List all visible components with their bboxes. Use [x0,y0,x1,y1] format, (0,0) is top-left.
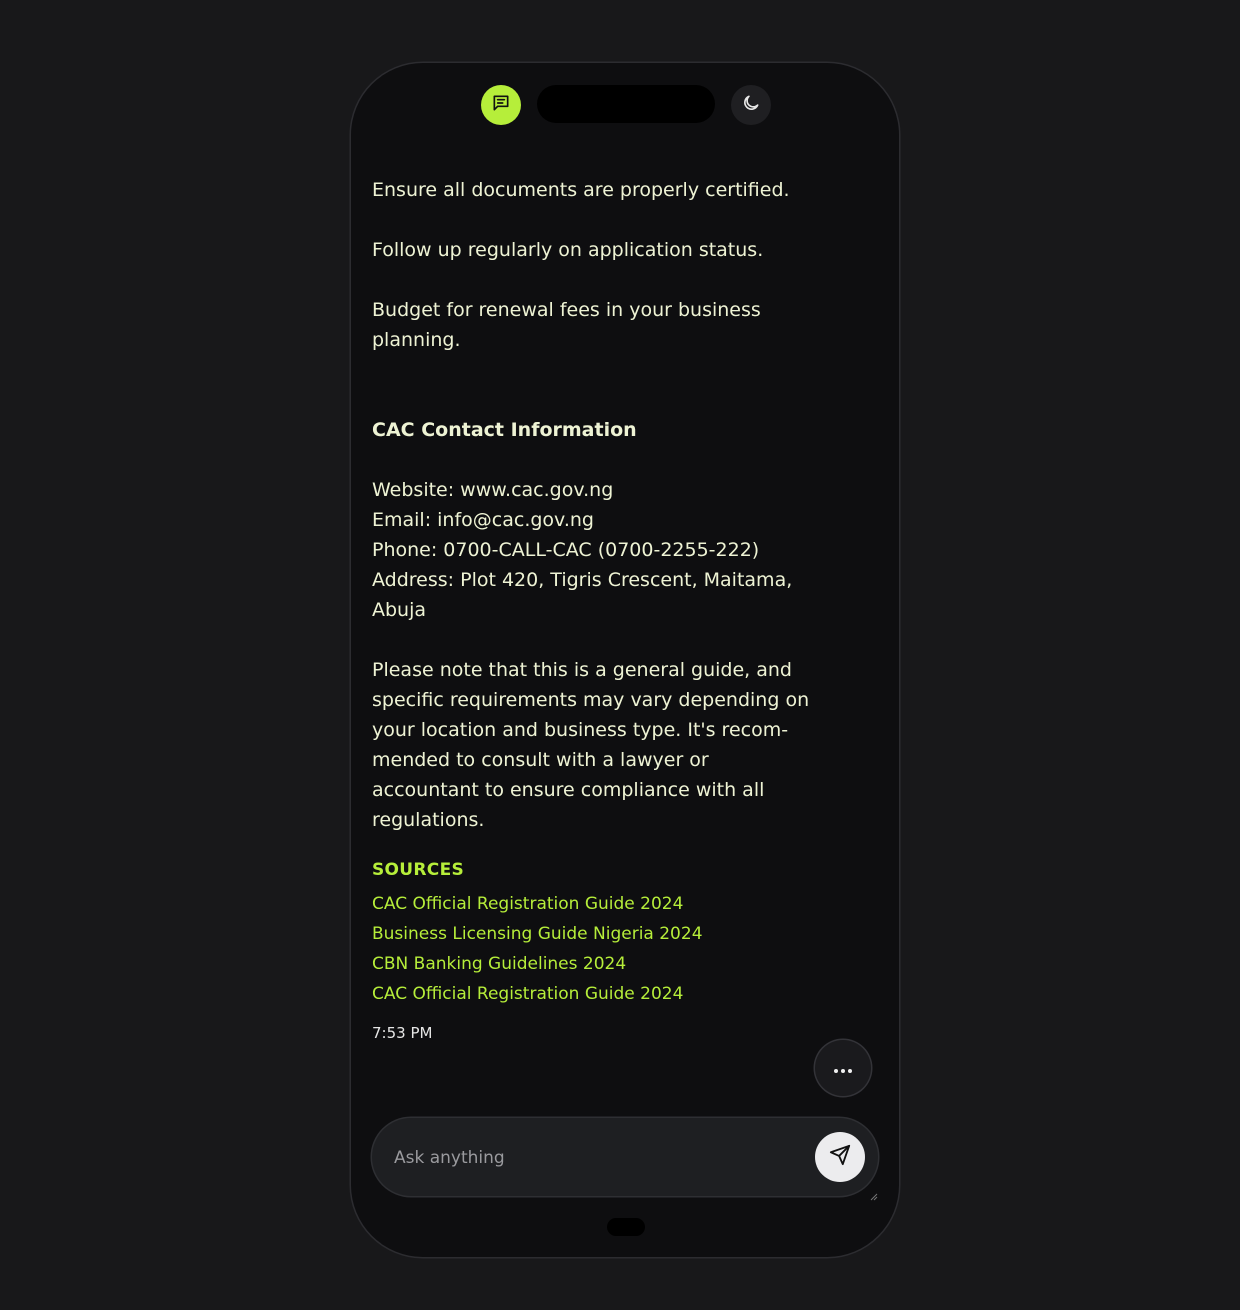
dynamic-island [537,85,715,123]
resize-handle-icon[interactable] [868,1186,878,1201]
contact-address: Address: Plot 420, Tigris Crescent, Mait… [372,569,793,621]
contact-phone: Phone: 0700-CALL-CAC (0700-2255-222) [372,539,760,561]
more-options-button[interactable] [815,1040,871,1096]
contact-website: Website: www.cac.gov.ng [372,479,614,501]
source-link[interactable]: CBN Banking Guidelines 2024 [372,949,812,979]
chat-button[interactable] [481,85,521,125]
tip-budget: Budget for renewal fees in your business… [372,299,761,351]
more-horizontal-icon [833,1059,853,1078]
message-timestamp: 7:53 PM [372,1024,433,1042]
theme-toggle-button[interactable] [731,85,771,125]
moon-icon [741,93,761,117]
message-input[interactable] [392,1140,796,1176]
send-icon [829,1144,851,1170]
contact-heading: CAC Contact Information [372,419,637,441]
source-link[interactable]: CAC Official Registration Guide 2024 [372,889,812,919]
tip-follow-up: Follow up regularly on application statu… [372,239,764,261]
tip-certified: Ensure all documents are properly certif… [372,179,790,201]
disclaimer: Please note that this is a general guide… [372,659,810,831]
source-link[interactable]: Business Licensing Guide Nigeria 2024 [372,919,812,949]
chat-bubble-icon [491,93,511,117]
contact-email: Email: info@cac.gov.ng [372,509,594,531]
top-bar [351,63,899,173]
home-indicator [607,1218,645,1236]
phone-frame: Ensure all documents are properly certif… [351,63,899,1257]
sources-list: CAC Official Registration Guide 2024 Bus… [372,889,812,1009]
source-link[interactable]: CAC Official Registration Guide 2024 [372,979,812,1009]
send-button[interactable] [815,1132,865,1182]
composer [372,1118,878,1201]
sources-title: SOURCES [372,860,465,880]
assistant-message: Ensure all documents are properly certif… [372,175,812,1043]
